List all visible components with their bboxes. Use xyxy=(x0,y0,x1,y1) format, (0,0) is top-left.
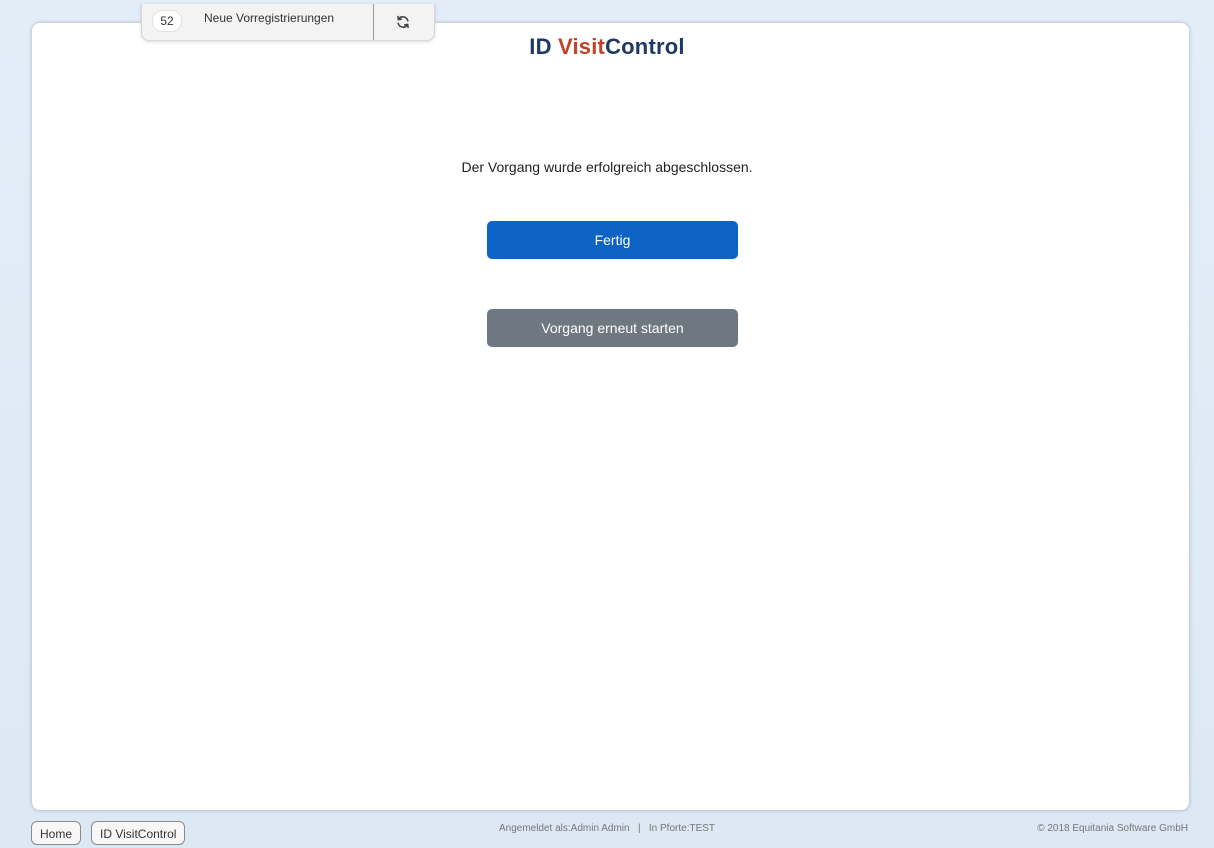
pre-registration-count-badge: 52 xyxy=(152,10,182,32)
main-panel xyxy=(32,23,1189,810)
refresh-button[interactable] xyxy=(374,4,432,40)
pre-registrations-label[interactable]: Neue Vorregistrierungen xyxy=(204,11,334,25)
logo-control-text: Control xyxy=(605,34,685,59)
success-message: Der Vorgang wurde erfolgreich abgeschlos… xyxy=(461,159,753,175)
logo-visit-text: Visit xyxy=(558,34,606,59)
done-button[interactable]: Fertig xyxy=(487,221,738,259)
restart-process-button[interactable]: Vorgang erneut starten xyxy=(487,309,738,347)
logged-in-user-text: Angemeldet als:Admin Admin xyxy=(498,823,630,834)
pre-registrations-tab[interactable]: 52 Neue Vorregistrierungen xyxy=(141,4,435,41)
login-status: Angemeldet als:Admin Admin | In Pforte:T… xyxy=(0,823,1214,834)
logo-id-text: ID xyxy=(529,34,559,59)
footer-separator: | xyxy=(637,823,641,834)
copyright-text: © 2018 Equitania Software GmbH xyxy=(1037,823,1188,834)
gate-text: In Pforte:TEST xyxy=(648,823,716,834)
refresh-icon xyxy=(397,15,409,29)
